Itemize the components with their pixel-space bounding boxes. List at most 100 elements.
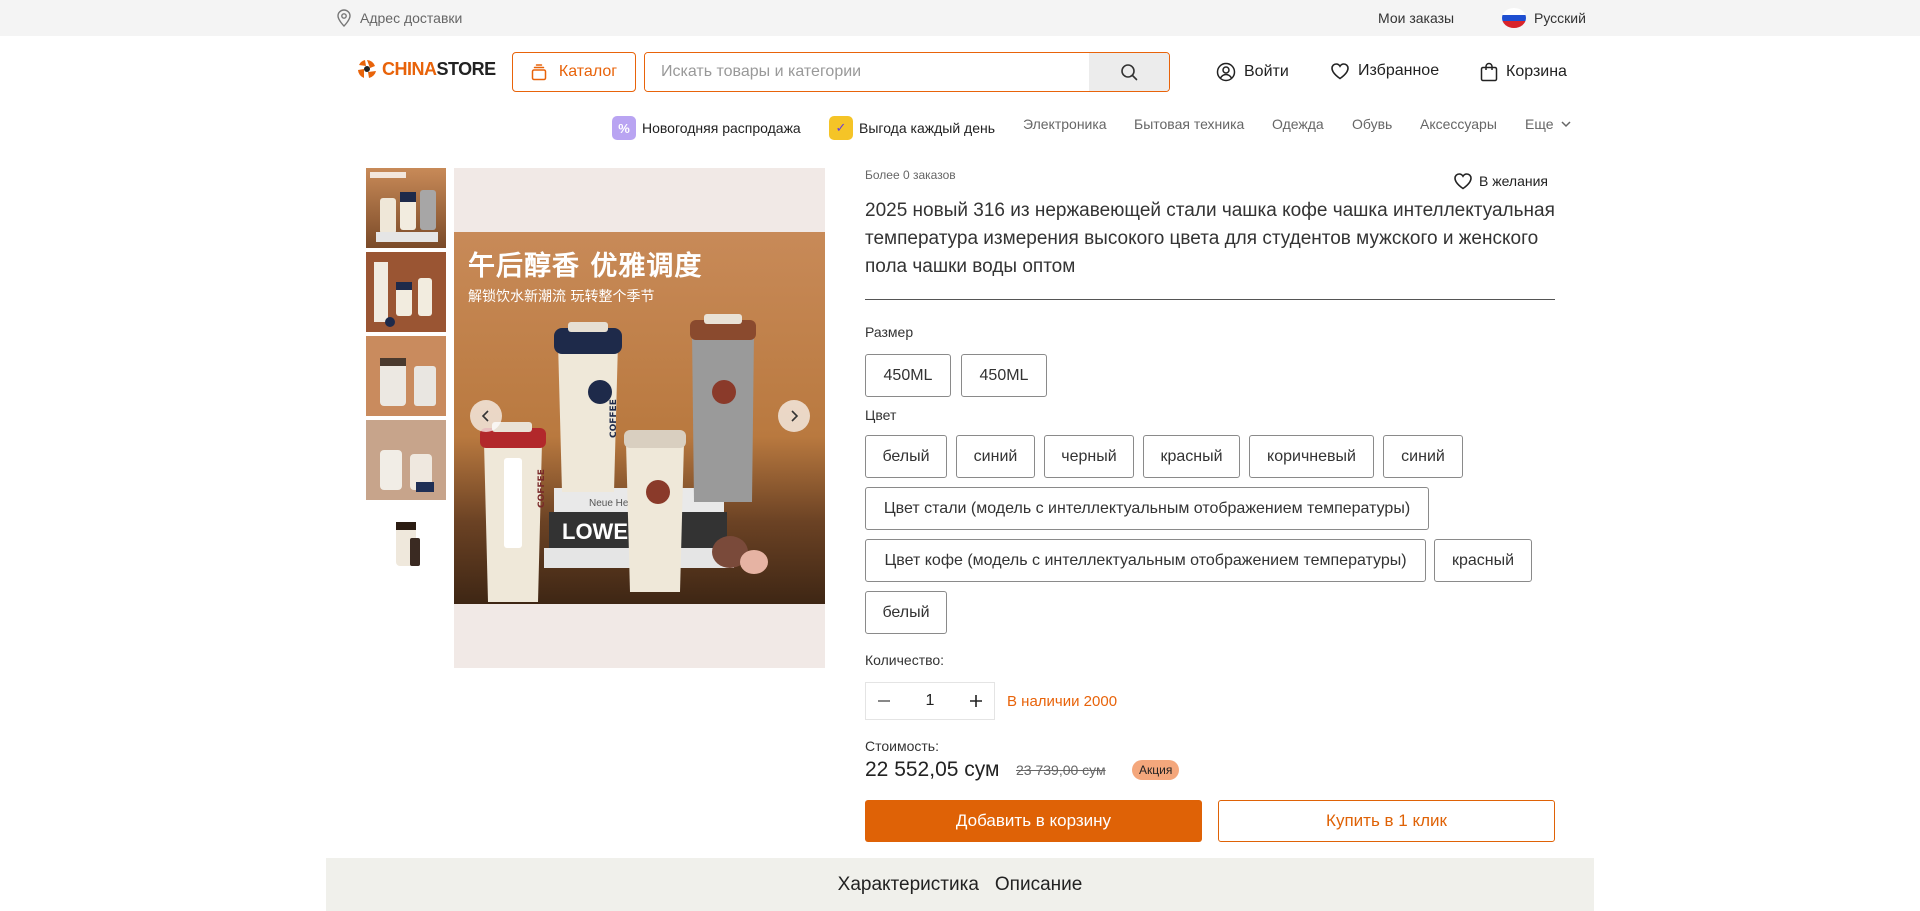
product-photo: 午后醇香 优雅调度 解锁饮水新潮流 玩转整个季节 LOWER Neue Helv… xyxy=(454,232,825,604)
size-option-2[interactable]: 450ML xyxy=(961,354,1047,397)
next-image-button[interactable] xyxy=(778,400,810,432)
color-option-blue[interactable]: синий xyxy=(956,435,1035,478)
cart-label: Корзина xyxy=(1506,63,1567,80)
thumbnail-steam-cup-image xyxy=(366,420,446,500)
color-option-white-2[interactable]: белый xyxy=(865,591,947,634)
color-option-brown[interactable]: коричневый xyxy=(1249,435,1374,478)
search-icon xyxy=(1121,64,1138,81)
coffee-cups-illustration: LOWER Neue Helv COFFEE COFFEE xyxy=(480,314,768,602)
add-to-wishlist-button[interactable]: В желания xyxy=(1453,172,1548,190)
thumbnail-3[interactable] xyxy=(366,336,446,416)
category-nav: % Новогодняя распродажа ✓ Выгода каждый … xyxy=(0,108,1920,140)
color-option-white[interactable]: белый xyxy=(865,435,947,478)
add-to-cart-button[interactable]: Добавить в корзину xyxy=(865,800,1202,842)
nav-more-menu[interactable]: Еще xyxy=(1525,116,1573,132)
nav-more-label: Еще xyxy=(1525,116,1554,132)
language-selector[interactable]: Русский xyxy=(1502,8,1586,28)
search-input[interactable] xyxy=(645,53,1089,91)
color-option-steel-smart[interactable]: Цвет стали (модель с интеллектуальным от… xyxy=(865,487,1429,530)
heart-icon xyxy=(1454,173,1472,190)
logo[interactable]: CHINA STORE xyxy=(356,58,496,80)
login-link[interactable]: Войти xyxy=(1216,62,1289,82)
current-price: 22 552,05 сум xyxy=(865,758,1000,781)
favorites-label: Избранное xyxy=(1358,62,1440,79)
nav-item-appliances[interactable]: Бытовая техника xyxy=(1134,116,1244,132)
product-tabs: Характеристика Описание xyxy=(326,858,1594,911)
decrease-quantity-button[interactable] xyxy=(866,683,902,719)
title-divider xyxy=(865,299,1555,300)
calendar-check-icon: ✓ xyxy=(829,116,853,140)
plus-icon xyxy=(970,695,982,707)
prev-image-button[interactable] xyxy=(470,400,502,432)
header: CHINASTORE Каталог Войти Избранное Корзи… xyxy=(0,36,1920,108)
size-option-1[interactable]: 450ML xyxy=(865,354,951,397)
logo-text-china: CHINA xyxy=(382,58,437,79)
main-product-image: 午后醇香 优雅调度 解锁饮水新潮流 玩转整个季节 LOWER Neue Helv… xyxy=(454,168,825,668)
search-bar xyxy=(644,52,1170,92)
increase-quantity-button[interactable] xyxy=(958,683,994,719)
cart-bag-icon xyxy=(1480,62,1498,82)
quantity-stepper: 1 xyxy=(865,682,995,720)
thumbnail-single-cup-image xyxy=(396,522,420,566)
catalog-label: Каталог xyxy=(558,63,618,80)
catalog-button[interactable]: Каталог xyxy=(512,52,636,92)
quantity-value[interactable]: 1 xyxy=(902,692,958,710)
tab-description[interactable]: Описание xyxy=(995,874,1082,896)
language-label: Русский xyxy=(1534,10,1586,26)
product-title: 2025 новый 316 из нержавеющей стали чашк… xyxy=(865,200,1555,277)
chevron-down-icon xyxy=(1560,121,1571,128)
russia-flag-icon xyxy=(1502,8,1526,28)
stock-status: В наличии 2000 xyxy=(1007,693,1118,710)
favorites-link[interactable]: Избранное xyxy=(1330,62,1439,80)
buy-one-click-button[interactable]: Купить в 1 клик xyxy=(1218,800,1555,842)
nav-item-accessories[interactable]: Аксессуары xyxy=(1420,116,1497,132)
delivery-address-link[interactable]: Адрес доставки xyxy=(336,9,462,27)
cart-link[interactable]: Корзина xyxy=(1480,62,1567,82)
nav-daily-deals-label: Выгода каждый день xyxy=(859,120,996,136)
location-pin-icon xyxy=(337,9,351,27)
cup-label-1: COFFEE xyxy=(537,469,547,508)
top-bar: Адрес доставки Мои заказы Русский xyxy=(0,0,1920,36)
logo-mark-icon xyxy=(358,60,376,78)
thumbnail-list xyxy=(366,168,446,588)
nav-item-electronics[interactable]: Электроника xyxy=(1023,116,1107,132)
heart-icon xyxy=(1331,63,1349,80)
nav-item-clothing[interactable]: Одежда xyxy=(1272,116,1324,132)
minus-icon xyxy=(878,700,890,702)
orders-count: Более 0 заказов xyxy=(865,168,956,182)
color-option-black[interactable]: черный xyxy=(1044,435,1134,478)
color-label: Цвет xyxy=(865,407,897,423)
nav-new-year-sale[interactable]: % Новогодняя распродажа xyxy=(612,116,801,140)
tab-characteristics[interactable]: Характеристика xyxy=(838,874,979,896)
thumbnail-5[interactable] xyxy=(366,504,446,584)
thumbnail-cups-image xyxy=(370,172,438,242)
nav-new-year-sale-label: Новогодняя распродажа xyxy=(642,120,801,136)
color-option-red-2[interactable]: красный xyxy=(1434,539,1532,582)
color-option-red[interactable]: красный xyxy=(1143,435,1240,478)
user-icon xyxy=(1216,62,1236,82)
nav-daily-deals[interactable]: ✓ Выгода каждый день xyxy=(829,116,995,140)
nav-item-shoes[interactable]: Обувь xyxy=(1352,116,1392,132)
catalog-icon xyxy=(531,64,547,81)
thumbnail-2[interactable] xyxy=(366,252,446,332)
color-option-blue-2[interactable]: синий xyxy=(1383,435,1463,478)
thumbnail-1[interactable] xyxy=(366,168,446,248)
delivery-address-label: Адрес доставки xyxy=(360,10,463,26)
cost-label: Стоимость: xyxy=(865,738,939,754)
logo-text-store: STORE xyxy=(436,58,497,79)
chevron-left-icon xyxy=(481,410,489,422)
thumbnail-frosted-cup-image xyxy=(366,336,446,416)
login-label: Войти xyxy=(1244,63,1289,80)
old-price: 23 739,00 сум xyxy=(1016,762,1106,778)
cup-label-2: COFFEE xyxy=(609,399,619,438)
quantity-label: Количество: xyxy=(865,652,945,668)
thumbnail-lifestyle-image xyxy=(366,252,446,332)
search-button[interactable] xyxy=(1089,53,1169,91)
size-label: Размер xyxy=(865,324,914,340)
sale-badge: Акция xyxy=(1132,760,1180,780)
color-option-coffee-smart[interactable]: Цвет кофе (модель с интеллектуальным ото… xyxy=(865,539,1426,582)
percent-icon: % xyxy=(612,116,636,140)
my-orders-link[interactable]: Мои заказы xyxy=(1378,10,1454,26)
thumbnail-4[interactable] xyxy=(366,420,446,500)
chevron-right-icon xyxy=(791,410,799,422)
